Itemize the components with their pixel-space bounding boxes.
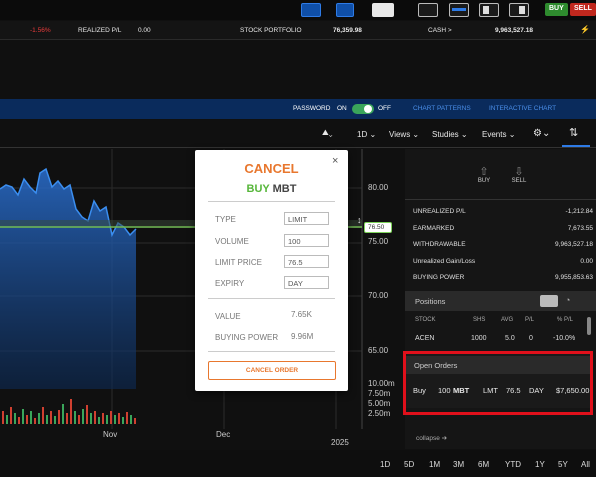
buying-power-row: BUYING POWER 9,955,853.63 — [413, 274, 593, 281]
buying-power-amount: 9.96M — [291, 332, 314, 341]
positions-scrollbar[interactable] — [587, 317, 591, 335]
sell-button[interactable]: SELL — [570, 3, 596, 16]
volume-tick: 10.00m — [368, 379, 395, 388]
positions-columns: STOCK SHS AVG P/L % P/L — [415, 317, 574, 323]
lightning-icon[interactable]: ⚡ — [580, 25, 590, 34]
interval-dropdown[interactable]: 1D ⌄ — [357, 130, 376, 139]
layout-left-icon[interactable] — [479, 3, 499, 17]
chart-patterns-link[interactable]: CHART PATTERNS — [413, 105, 471, 112]
range-all[interactable]: All — [581, 460, 590, 469]
cash-link[interactable]: CASH > — [428, 27, 452, 34]
unrealized-pl-row: UNREALIZED P/L -1,212.84 — [413, 208, 593, 215]
chart-toolbar: ⛰⌄ 1D ⌄ Views ⌄ Studies ⌄ Events ⌄ ⚙⌄ ⇅ — [0, 120, 596, 148]
value-label: VALUE — [215, 312, 241, 321]
type-label: TYPE — [215, 215, 236, 224]
x-tick: Nov — [103, 430, 118, 439]
views-dropdown[interactable]: Views ⌄ — [389, 130, 419, 139]
range-5y[interactable]: 5Y — [558, 460, 568, 469]
value-amount: 7.65K — [291, 310, 312, 319]
events-dropdown[interactable]: Events ⌄ — [482, 130, 515, 139]
volume-bars — [2, 399, 136, 424]
y-tick: 65.00 — [368, 346, 389, 355]
drag-handle-icon[interactable]: ↕ — [357, 215, 362, 225]
type-field[interactable]: LIMIT — [284, 212, 329, 225]
keyboard-icon[interactable] — [301, 3, 321, 17]
dialog-title: CANCEL — [244, 161, 299, 176]
cancel-order-dialog: × CANCEL BUY MBT TYPE LIMIT VOLUME 100 L… — [195, 150, 348, 391]
expiry-label: EXPIRY — [215, 279, 245, 288]
volume-field[interactable]: 100 — [284, 234, 329, 247]
change-percent: -1.56% — [30, 27, 51, 34]
range-1m[interactable]: 1M — [429, 460, 440, 469]
realized-pl-label: REALIZED P/L — [78, 27, 122, 34]
gauge-icon[interactable]: ◔ — [565, 295, 570, 305]
password-off-label: OFF — [378, 105, 391, 112]
volume-tick: 2.50m — [368, 409, 391, 418]
dialog-subtitle: BUY MBT — [246, 183, 297, 195]
buy-button[interactable]: BUY — [545, 3, 568, 16]
top-toolbar: BUY SELL — [0, 0, 596, 20]
password-on-label: ON — [337, 105, 347, 112]
account-ticker: -1.56% REALIZED P/L 0.00 STOCK PORTFOLIO… — [0, 21, 596, 40]
stock-portfolio-value: 76,359.98 — [333, 27, 362, 34]
range-5d[interactable]: 5D — [404, 460, 414, 469]
collapse-link[interactable]: collapse ➔ — [416, 434, 447, 442]
range-ytd[interactable]: YTD — [505, 460, 521, 469]
price-marker: 76.50 — [364, 222, 392, 233]
range-1d[interactable]: 1D — [380, 460, 390, 469]
earmarked-row: EARMARKED 7,673.55 — [413, 225, 593, 232]
x-tick: Dec — [216, 430, 231, 439]
options-bar: PASSWORD ON OFF CHART PATTERNS INTERACTI… — [0, 99, 596, 119]
volume-label: VOLUME — [215, 237, 249, 246]
expiry-field[interactable]: DAY — [284, 276, 329, 289]
withdrawable-row: WITHDRAWABLE 9,963,527.18 — [413, 241, 593, 248]
limit-price-field[interactable]: 76.5 — [284, 255, 329, 268]
highlight-box — [403, 351, 593, 415]
range-3m[interactable]: 3M — [453, 460, 464, 469]
studies-dropdown[interactable]: Studies ⌄ — [432, 130, 468, 139]
mountain-chart-icon[interactable]: ⛰⌄ — [322, 128, 333, 138]
interactive-chart-link[interactable]: INTERACTIVE CHART — [489, 105, 556, 112]
layout-single-icon[interactable] — [418, 3, 438, 17]
range-selector: 1D 5D 1M 3M 6M YTD 1Y 5Y All — [0, 450, 596, 477]
stock-portfolio-label: STOCK PORTFOLIO — [240, 27, 302, 34]
up-arrow-icon: ⇧ — [479, 166, 489, 178]
x-tick: 2025 — [331, 438, 349, 447]
quick-sell-button[interactable]: ⇩ SELL — [510, 165, 528, 184]
list-view-icon[interactable] — [540, 295, 558, 307]
volume-tick: 7.50m — [368, 389, 391, 398]
volume-tick: 5.00m — [368, 399, 391, 408]
buy-sell-arrows-icon[interactable]: ⇅ — [569, 126, 578, 139]
layout-wide-icon[interactable] — [449, 3, 469, 17]
cash-value: 9,963,527.18 — [495, 27, 533, 34]
positions-header: Positions ◔ — [405, 291, 596, 311]
buying-power-label: BUYING POWER — [215, 333, 279, 342]
position-row[interactable]: ACEN 1000 5.0 0 -10.0% — [405, 335, 585, 347]
y-tick: 80.00 — [368, 183, 389, 192]
limit-price-label: LIMIT PRICE — [215, 258, 262, 267]
range-1y[interactable]: 1Y — [535, 460, 545, 469]
positions-title: Positions — [415, 297, 446, 306]
password-label: PASSWORD — [293, 105, 331, 112]
down-arrow-icon: ⇩ — [514, 166, 524, 178]
range-6m[interactable]: 6M — [478, 460, 489, 469]
password-toggle[interactable] — [352, 104, 374, 114]
y-tick: 70.00 — [368, 291, 389, 300]
calculator-icon[interactable] — [336, 3, 354, 17]
settings-gear-icon[interactable]: ⚙⌄ — [533, 128, 550, 139]
cancel-order-button[interactable]: CANCEL ORDER — [208, 361, 336, 380]
realized-pl-value: 0.00 — [138, 27, 151, 34]
unrealized-gain-row: Unrealized Gain/Loss 0.00 — [413, 258, 593, 265]
quick-buy-button[interactable]: ⇧ BUY — [475, 165, 493, 184]
layout-right-icon[interactable] — [509, 3, 529, 17]
layout-toggle-icon[interactable] — [372, 3, 394, 17]
y-tick: 75.00 — [368, 237, 389, 246]
